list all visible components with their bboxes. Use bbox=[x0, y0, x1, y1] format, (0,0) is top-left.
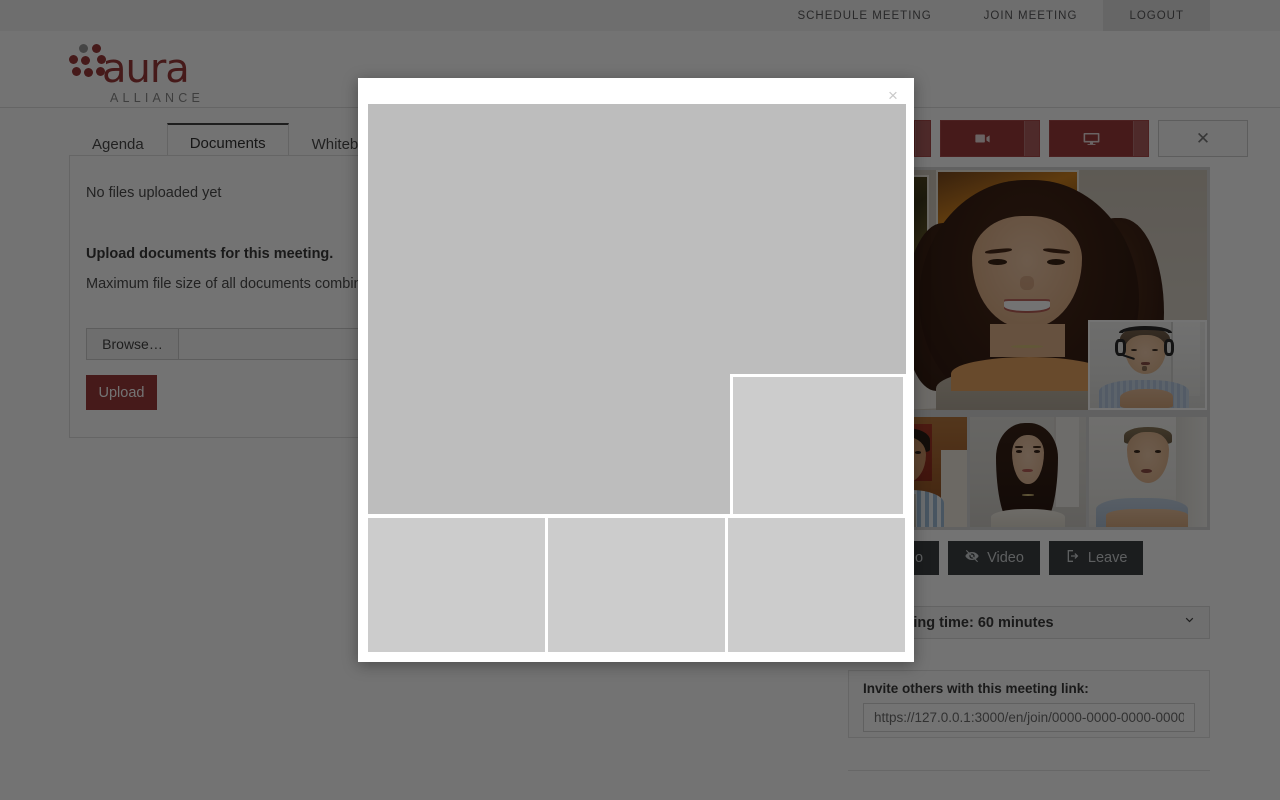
modal-thumbnail-3[interactable] bbox=[728, 518, 905, 652]
modal-close-icon[interactable]: × bbox=[882, 84, 904, 106]
video-preview-modal: × bbox=[358, 78, 914, 662]
modal-pip-video[interactable] bbox=[730, 374, 906, 517]
modal-thumbnail-strip bbox=[368, 518, 906, 652]
modal-thumbnail-1[interactable] bbox=[368, 518, 545, 652]
modal-thumbnail-2[interactable] bbox=[548, 518, 725, 652]
